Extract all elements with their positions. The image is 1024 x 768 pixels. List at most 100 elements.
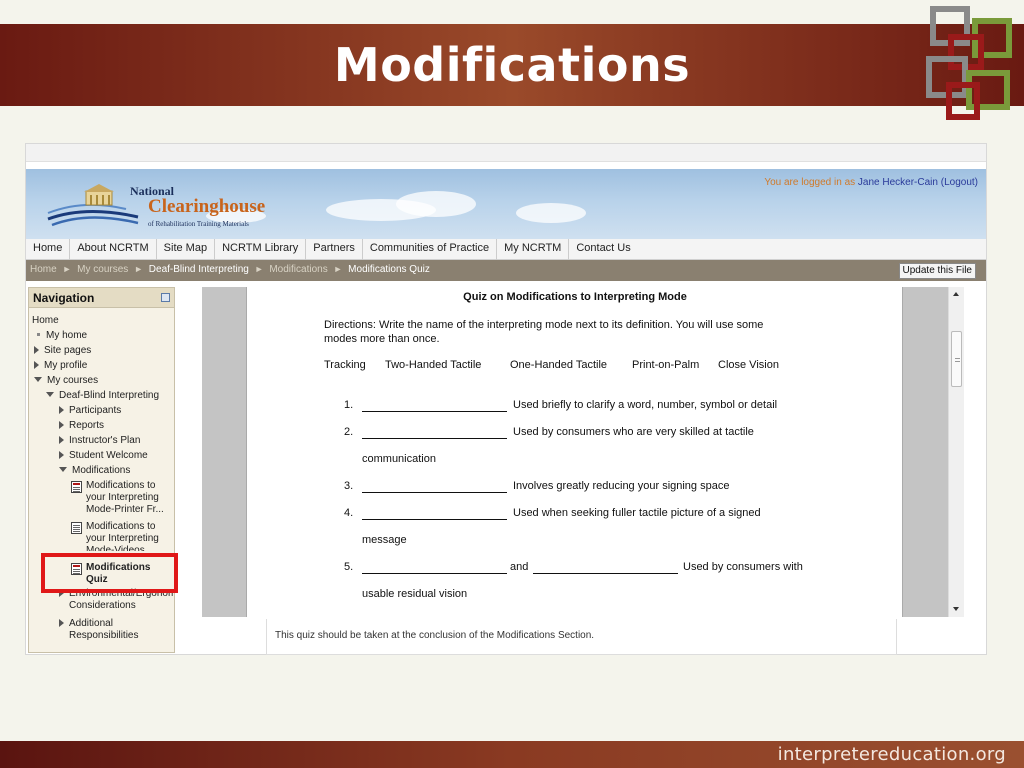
nav-item-student-welcome[interactable]: Student Welcome <box>59 450 148 462</box>
mode-print-on-palm: Print-on-Palm <box>632 359 700 371</box>
quiz-document: Quiz on Modifications to Interpreting Mo… <box>248 287 902 617</box>
quiz-directions-line1: Directions: Write the name of the interp… <box>324 319 764 331</box>
answer-blank[interactable] <box>362 426 507 439</box>
menu-site-map[interactable]: Site Map <box>157 239 216 260</box>
collapse-arrow-icon <box>46 392 54 397</box>
highlight-box <box>41 553 178 593</box>
menu-library[interactable]: NCRTM Library <box>215 239 307 260</box>
question-number: 5. <box>344 561 354 573</box>
nav-item-participants[interactable]: Participants <box>59 405 121 417</box>
website-screenshot: National Clearinghouse of Rehabilitation… <box>25 143 987 655</box>
collapse-arrow-icon <box>59 467 67 472</box>
menu-communities[interactable]: Communities of Practice <box>363 239 498 260</box>
expand-arrow-icon <box>59 451 64 459</box>
answer-blank[interactable] <box>362 561 507 574</box>
update-file-button[interactable]: Update this File <box>898 263 976 279</box>
document-margin-left <box>202 287 247 617</box>
mode-two-handed: Two-Handed Tactile <box>385 359 482 371</box>
pdf-document-icon <box>71 481 82 493</box>
quiz-directions-line2: modes more than once. <box>324 333 440 345</box>
breadcrumb: Home ► My courses ► Deaf-Blind Interpret… <box>26 260 986 281</box>
nav-item-modifications[interactable]: Modifications <box>59 465 130 477</box>
answer-blank[interactable] <box>362 507 507 520</box>
mode-close-vision: Close Vision <box>718 359 779 371</box>
scroll-thumb[interactable] <box>951 331 962 387</box>
question-text-cont: message <box>362 534 407 546</box>
breadcrumb-separator-icon: ► <box>62 264 72 274</box>
question-number: 3. <box>344 480 354 492</box>
breadcrumb-course[interactable]: Deaf-Blind Interpreting <box>149 260 249 275</box>
expand-arrow-icon <box>59 436 64 444</box>
expand-arrow-icon <box>34 346 39 354</box>
question-text: Used by consumers who are very skilled a… <box>513 426 754 438</box>
nav-item-my-home[interactable]: My home <box>34 330 87 342</box>
collapse-arrow-icon <box>34 377 42 382</box>
site-banner: National Clearinghouse of Rehabilitation… <box>26 169 986 239</box>
quiz-title: Quiz on Modifications to Interpreting Mo… <box>463 291 687 303</box>
question-text-cont: communication <box>362 453 436 465</box>
nav-item-my-profile[interactable]: My profile <box>34 360 87 372</box>
expand-arrow-icon <box>34 361 39 369</box>
question-text: Used briefly to clarify a word, number, … <box>513 399 778 411</box>
menu-about[interactable]: About NCRTM <box>70 239 157 260</box>
nav-item-home[interactable]: Home <box>32 315 59 327</box>
scroll-up-icon[interactable] <box>953 292 959 296</box>
nav-item-my-courses[interactable]: My courses <box>34 375 98 387</box>
mode-one-handed: One-Handed Tactile <box>510 359 608 371</box>
answer-blank[interactable] <box>533 561 678 574</box>
navigation-title: Navigation <box>33 291 95 305</box>
nav-item-instructors-plan[interactable]: Instructor's Plan <box>59 435 140 447</box>
nav-item-videos[interactable]: Modifications to your Interpreting Mode-… <box>71 521 171 551</box>
breadcrumb-current: Modifications Quiz <box>348 264 430 275</box>
brand-clearinghouse: Clearinghouse <box>148 196 266 217</box>
question-number: 1. <box>344 399 354 411</box>
browser-top-strip <box>26 144 986 162</box>
bullet-icon <box>37 333 40 336</box>
squares-logo-icon <box>922 4 1022 124</box>
login-info: You are logged in as Jane Hecker-Cain (L… <box>764 177 978 188</box>
answer-blank[interactable] <box>362 480 507 493</box>
document-margin-right <box>902 287 948 617</box>
footer-url: interpretereducation.org <box>777 744 1006 765</box>
clearinghouse-logo-icon <box>47 184 139 227</box>
expand-arrow-icon <box>59 406 64 414</box>
navigation-block: Navigation Home My home Site pages My pr… <box>28 287 175 653</box>
question-text: Involves greatly reducing your signing s… <box>513 480 730 492</box>
nav-item-reports[interactable]: Reports <box>59 420 104 432</box>
quiz-note-box: This quiz should be taken at the conclus… <box>266 619 897 655</box>
breadcrumb-separator-icon: ► <box>134 264 143 274</box>
question-and: and <box>510 561 529 573</box>
site-menu: Home About NCRTM Site Map NCRTM Library … <box>26 239 986 260</box>
nav-item-site-pages[interactable]: Site pages <box>34 345 91 357</box>
menu-partners[interactable]: Partners <box>306 239 363 260</box>
scroll-down-icon[interactable] <box>953 607 959 611</box>
mode-tracking: Tracking <box>324 359 366 371</box>
expand-arrow-icon <box>59 619 64 627</box>
slide-title: Modifications <box>333 38 691 92</box>
login-user-link[interactable]: Jane Hecker-Cain <box>858 177 938 188</box>
menu-home[interactable]: Home <box>26 239 71 260</box>
question-number: 4. <box>344 507 354 519</box>
breadcrumb-separator-icon: ► <box>333 264 343 274</box>
nav-item-additional[interactable]: Additional Responsibilities <box>59 618 174 642</box>
question-text: Used by consumers with <box>683 561 803 573</box>
question-text: Used when seeking fuller tactile picture… <box>513 507 761 519</box>
login-prefix: You are logged in as <box>764 177 856 188</box>
question-text-cont: usable residual vision <box>362 588 468 600</box>
question-number: 2. <box>344 426 354 438</box>
brand-subtitle: of Rehabilitation Training Materials <box>148 220 249 228</box>
breadcrumb-my-courses[interactable]: My courses <box>77 260 128 275</box>
logout-link[interactable]: (Logout) <box>941 177 978 188</box>
nav-item-course[interactable]: Deaf-Blind Interpreting <box>46 390 159 402</box>
navigation-header: Navigation <box>29 288 174 308</box>
menu-contact[interactable]: Contact Us <box>569 239 637 260</box>
answer-blank[interactable] <box>362 399 507 412</box>
document-scrollbar[interactable] <box>948 287 964 617</box>
page-document-icon <box>71 522 82 534</box>
nav-item-printer-friendly[interactable]: Modifications to your Interpreting Mode-… <box>71 480 171 516</box>
breadcrumb-section[interactable]: Modifications <box>269 260 327 275</box>
dock-icon[interactable] <box>161 293 170 302</box>
breadcrumb-home[interactable]: Home <box>30 260 57 275</box>
quiz-note: This quiz should be taken at the conclus… <box>275 630 595 641</box>
menu-my-ncrtm[interactable]: My NCRTM <box>497 239 570 260</box>
